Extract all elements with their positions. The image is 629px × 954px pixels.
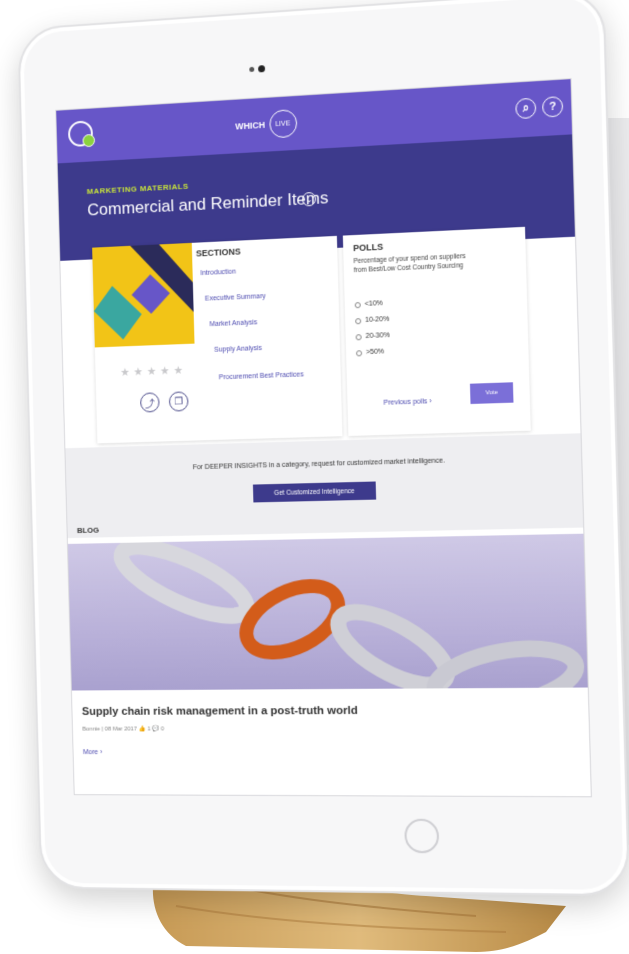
section-link-introduction[interactable]: Introduction	[200, 269, 236, 278]
avatar-button[interactable]	[68, 120, 93, 147]
poll-option-label: <10%	[365, 300, 383, 308]
chevron-right-icon: ›	[429, 398, 432, 405]
get-customized-intelligence-button[interactable]: Get Customized Intelligence	[253, 481, 376, 502]
more-label: More	[83, 749, 98, 756]
share-icon[interactable]: ⤴	[140, 392, 160, 412]
poll-option[interactable]: <10%	[355, 300, 383, 308]
blog-post-title[interactable]: Supply chain risk management in a post-t…	[82, 705, 358, 718]
brand-ring: LIVE	[269, 109, 297, 139]
radio-icon	[355, 302, 361, 308]
sections-heading: SECTIONS	[196, 246, 241, 258]
report-card: ★★★★★ ⤴ ❐ SECTIONS Introduction Executiv…	[92, 236, 342, 444]
section-link-supply-analysis[interactable]: Supply Analysis	[214, 345, 262, 354]
polls-card: POLLS Percentage of your spend on suppli…	[343, 227, 531, 436]
report-cover-image[interactable]	[92, 243, 194, 348]
rating-stars[interactable]: ★★★★★	[120, 364, 187, 379]
home-button[interactable]	[404, 819, 439, 854]
previous-polls-link[interactable]: Previous polls ›	[383, 398, 431, 407]
comment-count: 0	[161, 726, 164, 732]
app-logo[interactable]: WHICH LIVE	[235, 110, 297, 139]
comment-icon[interactable]: 💬	[152, 726, 159, 732]
poll-option[interactable]: 20-30%	[356, 332, 390, 340]
poll-option-label: 10-20%	[365, 316, 389, 324]
more-link[interactable]: More ›	[83, 749, 102, 756]
poll-option[interactable]: 10-20%	[355, 316, 389, 324]
insights-text: For DEEPER INSIGHTS in a category, reque…	[66, 454, 581, 475]
radio-icon	[356, 334, 362, 340]
poll-option-label: >50%	[366, 348, 384, 356]
insights-banner: For DEEPER INSIGHTS in a category, reque…	[65, 433, 583, 538]
radio-icon	[356, 350, 362, 356]
camera-icon	[258, 65, 265, 72]
like-count: 1	[147, 726, 150, 732]
app-screen: WHICH LIVE ⌕ ? MARKETING MATERIALS Comme…	[55, 78, 592, 797]
thumbs-up-icon[interactable]: 👍	[138, 727, 145, 733]
search-icon[interactable]: ⌕	[515, 98, 536, 120]
poll-option[interactable]: >50%	[356, 348, 384, 356]
help-button[interactable]: ?	[542, 96, 563, 118]
status-dot-icon	[82, 134, 95, 147]
tablet-device: WHICH LIVE ⌕ ? MARKETING MATERIALS Comme…	[17, 0, 629, 896]
poll-option-label: 20-30%	[366, 332, 390, 340]
vote-button[interactable]: Vote	[470, 382, 514, 404]
bookmark-icon[interactable]: ❐	[169, 391, 189, 411]
radio-icon	[355, 318, 361, 324]
brand-text: WHICH	[235, 120, 265, 132]
section-link-executive-summary[interactable]: Executive Summary	[205, 293, 266, 303]
post-date: 08 Mar 2017	[105, 727, 137, 733]
cover-art	[92, 243, 194, 348]
category-eyebrow: MARKETING MATERIALS	[87, 182, 189, 196]
polls-heading: POLLS	[353, 242, 383, 253]
post-author: Bonnie	[82, 727, 100, 733]
section-link-market-analysis[interactable]: Market Analysis	[209, 319, 257, 328]
blog-heading: BLOG	[77, 526, 99, 535]
section-link-procurement[interactable]: Procurement Best Practices	[219, 371, 304, 381]
chain-illustration	[68, 534, 588, 691]
blog-post-meta: Bonnie | 08 Mar 2017 👍 1 💬 0	[82, 725, 164, 732]
blog-post-image[interactable]	[68, 534, 588, 691]
chevron-right-icon: ›	[100, 749, 102, 756]
previous-polls-label: Previous polls	[383, 398, 427, 406]
poll-question: Percentage of your spend on suppliers fr…	[353, 252, 475, 276]
